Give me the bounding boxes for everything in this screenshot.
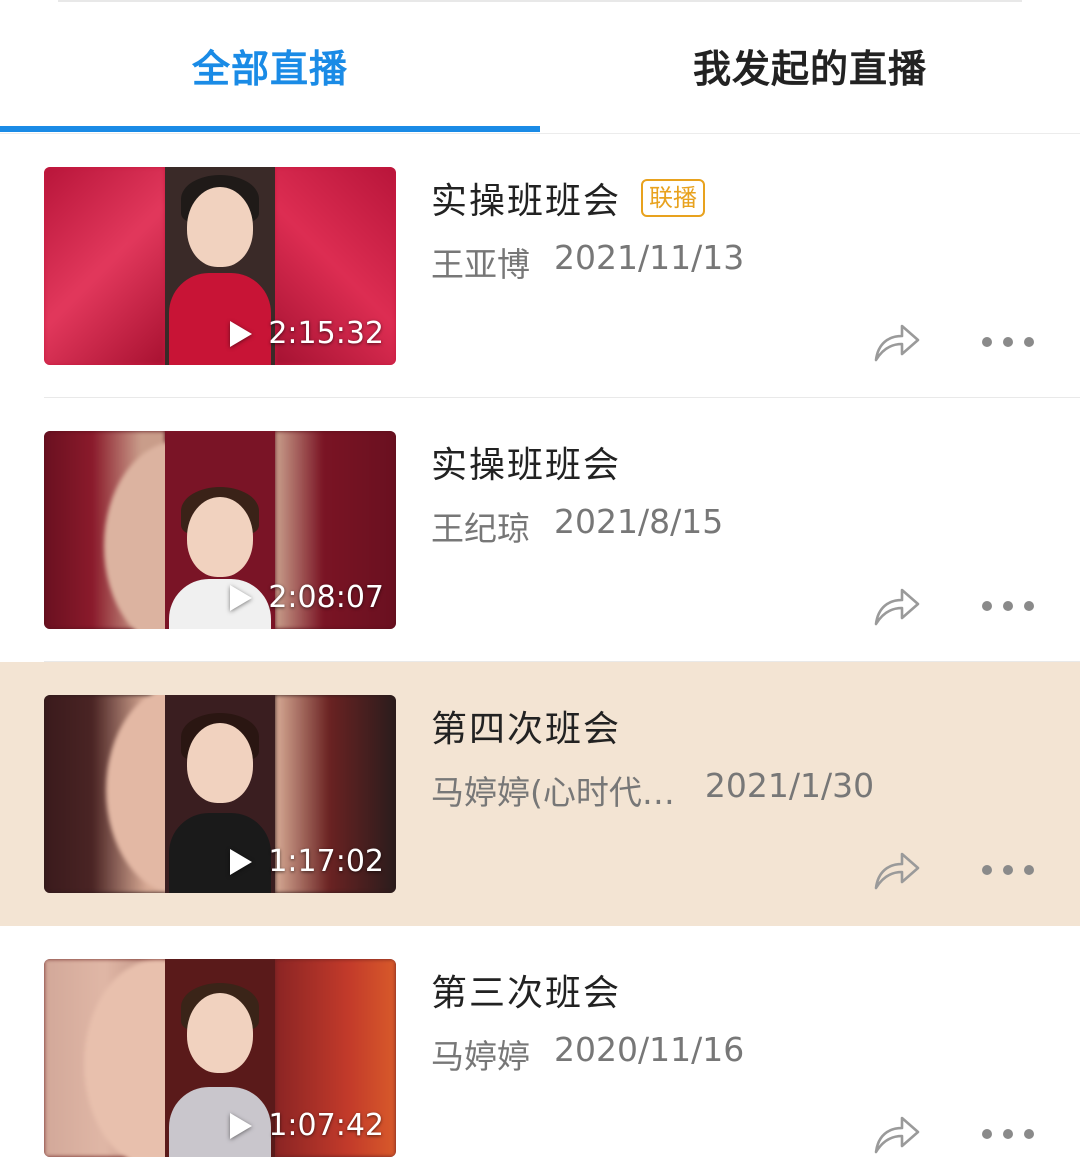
tab-all-live[interactable]: 全部直播 bbox=[0, 0, 540, 134]
video-duration: 1:07:42 bbox=[230, 1108, 384, 1143]
video-duration: 1:17:02 bbox=[230, 844, 384, 879]
more-icon[interactable] bbox=[982, 332, 1034, 352]
author-name: 马婷婷(心时代… bbox=[431, 773, 675, 812]
video-duration: 2:15:32 bbox=[230, 316, 384, 351]
live-title: 实操班班会 联播 bbox=[431, 172, 706, 224]
live-title: 第三次班会 bbox=[431, 973, 622, 1014]
play-icon bbox=[230, 584, 253, 611]
live-list: 2:15:32 实操班班会 联播 王亚博 2021/11/13 2:08:07 … bbox=[0, 134, 1080, 1176]
author-name: 马婷婷 bbox=[431, 1037, 530, 1076]
list-item[interactable]: 1:17:02 第四次班会 马婷婷(心时代… 2021/1/30 bbox=[0, 662, 1080, 926]
list-item[interactable]: 1:07:42 第三次班会 马婷婷 2020/11/16 bbox=[0, 926, 1080, 1176]
tab-my-live[interactable]: 我发起的直播 bbox=[540, 0, 1080, 134]
tab-bar: 全部直播 我发起的直播 bbox=[0, 0, 1080, 134]
list-item[interactable]: 2:15:32 实操班班会 联播 王亚博 2021/11/13 bbox=[0, 134, 1080, 398]
video-thumbnail[interactable]: 2:15:32 bbox=[44, 167, 396, 365]
play-icon bbox=[230, 848, 253, 875]
live-title: 实操班班会 bbox=[431, 445, 622, 486]
relay-badge: 联播 bbox=[641, 179, 706, 217]
live-meta: 王亚博 2021/11/13 bbox=[431, 238, 744, 286]
live-date: 2021/8/15 bbox=[554, 502, 724, 541]
share-icon[interactable] bbox=[872, 584, 922, 628]
more-icon[interactable] bbox=[982, 596, 1034, 616]
live-date: 2021/1/30 bbox=[704, 766, 875, 805]
more-icon[interactable] bbox=[982, 1124, 1034, 1144]
live-meta: 马婷婷(心时代… 2021/1/30 bbox=[431, 766, 874, 814]
author-name: 王纪琼 bbox=[431, 509, 530, 548]
video-thumbnail[interactable]: 2:08:07 bbox=[44, 431, 396, 629]
play-icon bbox=[230, 320, 253, 347]
video-thumbnail[interactable]: 1:17:02 bbox=[44, 695, 396, 893]
thumbnail-blur-left bbox=[44, 695, 256, 893]
list-item[interactable]: 2:08:07 实操班班会 王纪琼 2021/8/15 bbox=[0, 398, 1080, 662]
more-icon[interactable] bbox=[982, 860, 1034, 880]
thumbnail-blur-left bbox=[44, 167, 165, 365]
active-tab-indicator bbox=[0, 126, 540, 132]
live-title: 第四次班会 bbox=[431, 709, 622, 750]
play-icon bbox=[230, 1112, 253, 1139]
live-date: 2021/11/13 bbox=[554, 238, 745, 277]
video-thumbnail[interactable]: 1:07:42 bbox=[44, 959, 396, 1157]
video-duration: 2:08:07 bbox=[230, 580, 384, 615]
live-date: 2020/11/16 bbox=[554, 1030, 745, 1069]
thumbnail-blur-left bbox=[44, 959, 234, 1157]
live-meta: 马婷婷 2020/11/16 bbox=[431, 1030, 744, 1078]
share-icon[interactable] bbox=[872, 1112, 922, 1156]
author-name: 王亚博 bbox=[431, 245, 530, 284]
share-icon[interactable] bbox=[872, 320, 922, 364]
thumbnail-blur-left bbox=[44, 431, 254, 629]
live-meta: 王纪琼 2021/8/15 bbox=[431, 502, 723, 550]
share-icon[interactable] bbox=[872, 848, 922, 892]
